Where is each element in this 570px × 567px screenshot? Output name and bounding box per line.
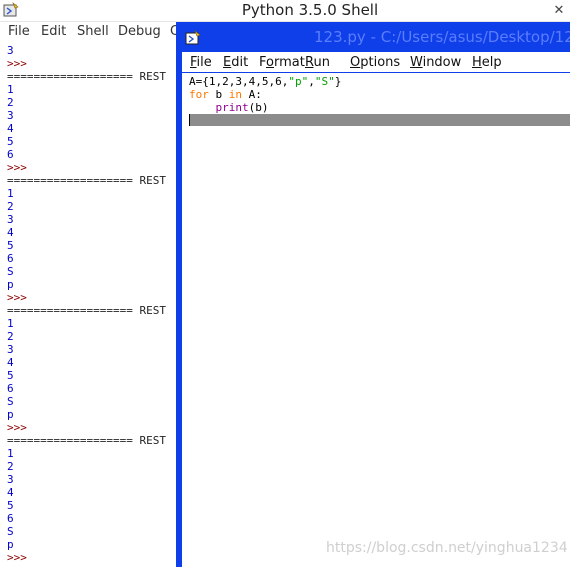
editor-menu-help[interactable]: Help xyxy=(472,55,502,70)
code-token: print xyxy=(215,101,249,114)
output-line: 4 xyxy=(7,486,14,499)
shell-output-area[interactable]: 3 >>> =================== REST 1 2 3 4 5 6 >>> ===… xyxy=(0,42,176,567)
code-token: A={1,2,3,4,5,6, xyxy=(189,75,289,88)
editor-menubar: File Edit Format Run Options Window Help xyxy=(182,52,570,72)
output-line: 2 xyxy=(7,330,14,343)
output-line: 5 xyxy=(7,239,14,252)
editor-titlebar[interactable]: 123.py - C:/Users/asus/Desktop/123 xyxy=(176,22,570,52)
output-line: 3 xyxy=(7,109,14,122)
python-idle-icon xyxy=(185,30,201,45)
shell-menu-file[interactable]: File xyxy=(8,24,30,39)
code-line: for b in A: xyxy=(189,88,262,101)
editor-menu-window[interactable]: Window xyxy=(410,55,461,70)
shell-prompt: >>> xyxy=(7,57,27,70)
editor-window-title: 123.py - C:/Users/asus/Desktop/123 xyxy=(314,28,570,46)
editor-menu-edit[interactable]: Edit xyxy=(223,55,248,70)
shell-window-title: Python 3.5.0 Shell xyxy=(241,1,379,19)
shell-menu-edit[interactable]: Edit xyxy=(41,24,66,39)
output-line: 5 xyxy=(7,499,14,512)
output-line: 1 xyxy=(7,83,14,96)
shell-prompt: >>> xyxy=(7,551,27,564)
output-line: 2 xyxy=(7,460,14,473)
editor-menu-format[interactable]: Format xyxy=(259,55,305,70)
output-line: 6 xyxy=(7,148,14,161)
current-line-highlight xyxy=(189,114,570,126)
editor-window[interactable]: 123.py - C:/Users/asus/Desktop/123 File E… xyxy=(176,22,570,567)
code-token: for xyxy=(189,88,209,101)
code-token: in xyxy=(228,88,242,101)
output-line: 2 xyxy=(7,200,14,213)
shell-menu-shell[interactable]: Shell xyxy=(77,24,109,39)
code-token: , xyxy=(308,75,315,88)
code-token: "S" xyxy=(314,75,335,88)
editor-menu-file[interactable]: File xyxy=(190,55,212,70)
shell-menu-debug[interactable]: Debug xyxy=(118,24,161,39)
editor-menu-run[interactable]: Run xyxy=(305,55,330,70)
text-cursor xyxy=(189,114,190,126)
output-line: 4 xyxy=(7,226,14,239)
code-token: "p" xyxy=(288,75,309,88)
output-line: 6 xyxy=(7,512,14,525)
output-line: p xyxy=(7,408,14,421)
output-line: 6 xyxy=(7,252,14,265)
restart-banner: =================== REST xyxy=(7,70,166,83)
shell-titlebar[interactable]: Python 3.5.0 Shell ✕ xyxy=(0,0,570,22)
output-line: 3 xyxy=(7,343,14,356)
output-line: p xyxy=(7,538,14,551)
restart-banner: =================== REST xyxy=(7,304,166,317)
output-line: 5 xyxy=(7,369,14,382)
editor-menu-options[interactable]: Options xyxy=(350,55,400,70)
output-line: 3 xyxy=(7,473,14,486)
code-token: (b) xyxy=(248,101,269,114)
shell-prompt: >>> xyxy=(7,421,27,434)
output-line: 1 xyxy=(7,317,14,330)
output-line: S xyxy=(7,395,14,408)
code-line: print(b) xyxy=(189,101,269,114)
output-line: 1 xyxy=(7,187,14,200)
code-editor[interactable]: A={1,2,3,4,5,6,"p","S"} for b in A: print… xyxy=(182,73,570,567)
output-line: 3 xyxy=(7,213,14,226)
watermark: https://blog.csdn.net/yinghua1234 xyxy=(326,540,568,556)
code-token: } xyxy=(334,75,342,88)
output-line: 3 xyxy=(7,44,14,57)
restart-banner: =================== REST xyxy=(7,174,166,187)
output-line: S xyxy=(7,265,14,278)
code-token: A: xyxy=(242,88,262,101)
shell-prompt: >>> xyxy=(7,161,27,174)
output-line: S xyxy=(7,525,14,538)
output-line: 1 xyxy=(7,447,14,460)
output-line: p xyxy=(7,278,14,291)
output-line: 4 xyxy=(7,356,14,369)
output-line: 6 xyxy=(7,382,14,395)
output-line: 2 xyxy=(7,96,14,109)
code-line: A={1,2,3,4,5,6,"p","S"} xyxy=(189,75,341,88)
shell-prompt: >>> xyxy=(7,291,27,304)
close-icon[interactable]: ✕ xyxy=(548,0,570,21)
output-line: 4 xyxy=(7,122,14,135)
output-line: 5 xyxy=(7,135,14,148)
code-token: b xyxy=(208,88,229,101)
restart-banner: =================== REST xyxy=(7,434,166,447)
